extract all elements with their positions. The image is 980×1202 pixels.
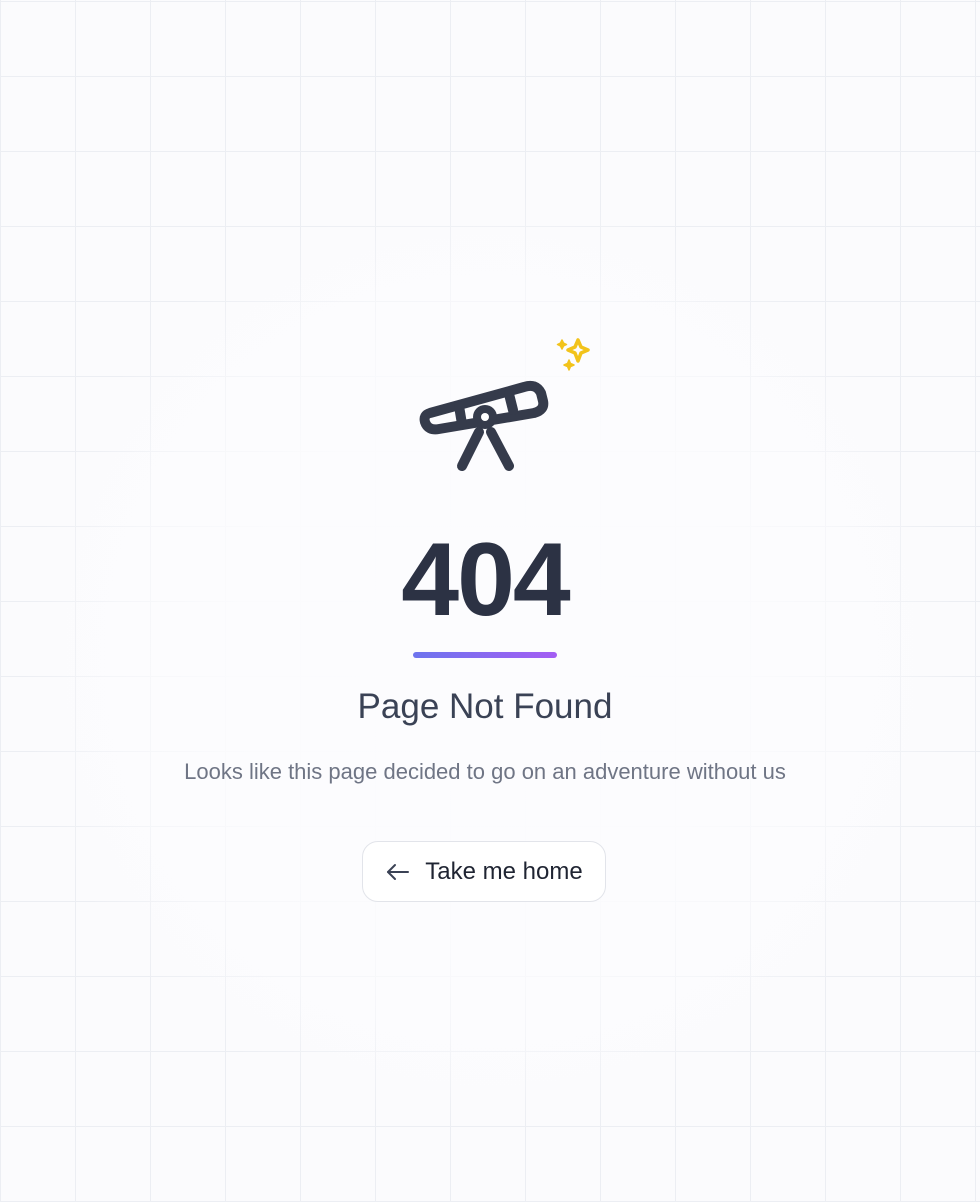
sparkles-icon — [556, 338, 590, 371]
error-code: 404 — [401, 522, 571, 638]
home-button-label: Take me home — [425, 857, 583, 885]
error-message: Looks like this page decided to go on an… — [184, 759, 786, 784]
take-me-home-button[interactable]: Take me home — [362, 841, 606, 902]
accent-underline — [413, 652, 557, 658]
telescope-illustration — [412, 334, 602, 479]
telescope-icon — [419, 338, 590, 471]
not-found-page: 404 Page Not Found Looks like this page … — [0, 0, 980, 1202]
arrow-left-icon — [385, 863, 411, 881]
page-title: Page Not Found — [357, 687, 613, 726]
